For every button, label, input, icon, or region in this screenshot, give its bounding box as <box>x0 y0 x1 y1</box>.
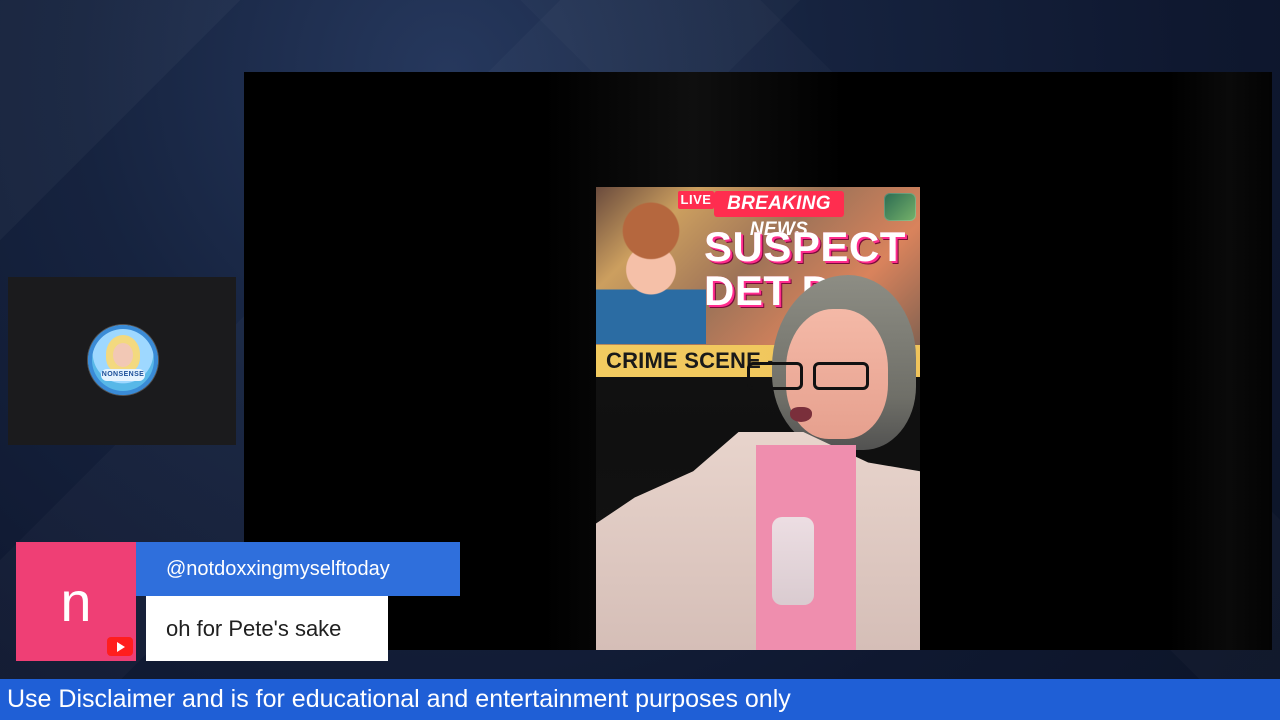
youtube-icon <box>107 637 133 656</box>
comment-message: oh for Pete's sake <box>146 596 388 661</box>
avatar-face <box>113 343 133 367</box>
avatar-brand-text: NONSENSE <box>101 369 145 381</box>
comment-overlay: n @notdoxxingmyselftoday oh for Pete's s… <box>16 542 460 661</box>
comment-username: @notdoxxingmyselftoday <box>136 542 460 596</box>
channel-avatar: NONSENSE <box>88 325 158 395</box>
speaker-glasses-icon <box>747 362 877 390</box>
video-right-shade <box>1169 72 1272 650</box>
portrait-video: LIVE BREAKING NEWS SUSPECT DET D CRIME S… <box>596 187 920 650</box>
shirt-graphic <box>772 517 814 605</box>
disclaimer-ticker: Use Disclaimer and is for educational an… <box>0 679 1280 720</box>
speaker <box>596 267 920 650</box>
headline-line-1: SUSPECT <box>704 223 906 270</box>
speaker-mouth <box>790 407 812 422</box>
breaking-news-label: BREAKING NEWS <box>714 191 844 240</box>
side-camera-panel: NONSENSE <box>8 277 236 445</box>
channel-logo-icon <box>884 193 916 221</box>
